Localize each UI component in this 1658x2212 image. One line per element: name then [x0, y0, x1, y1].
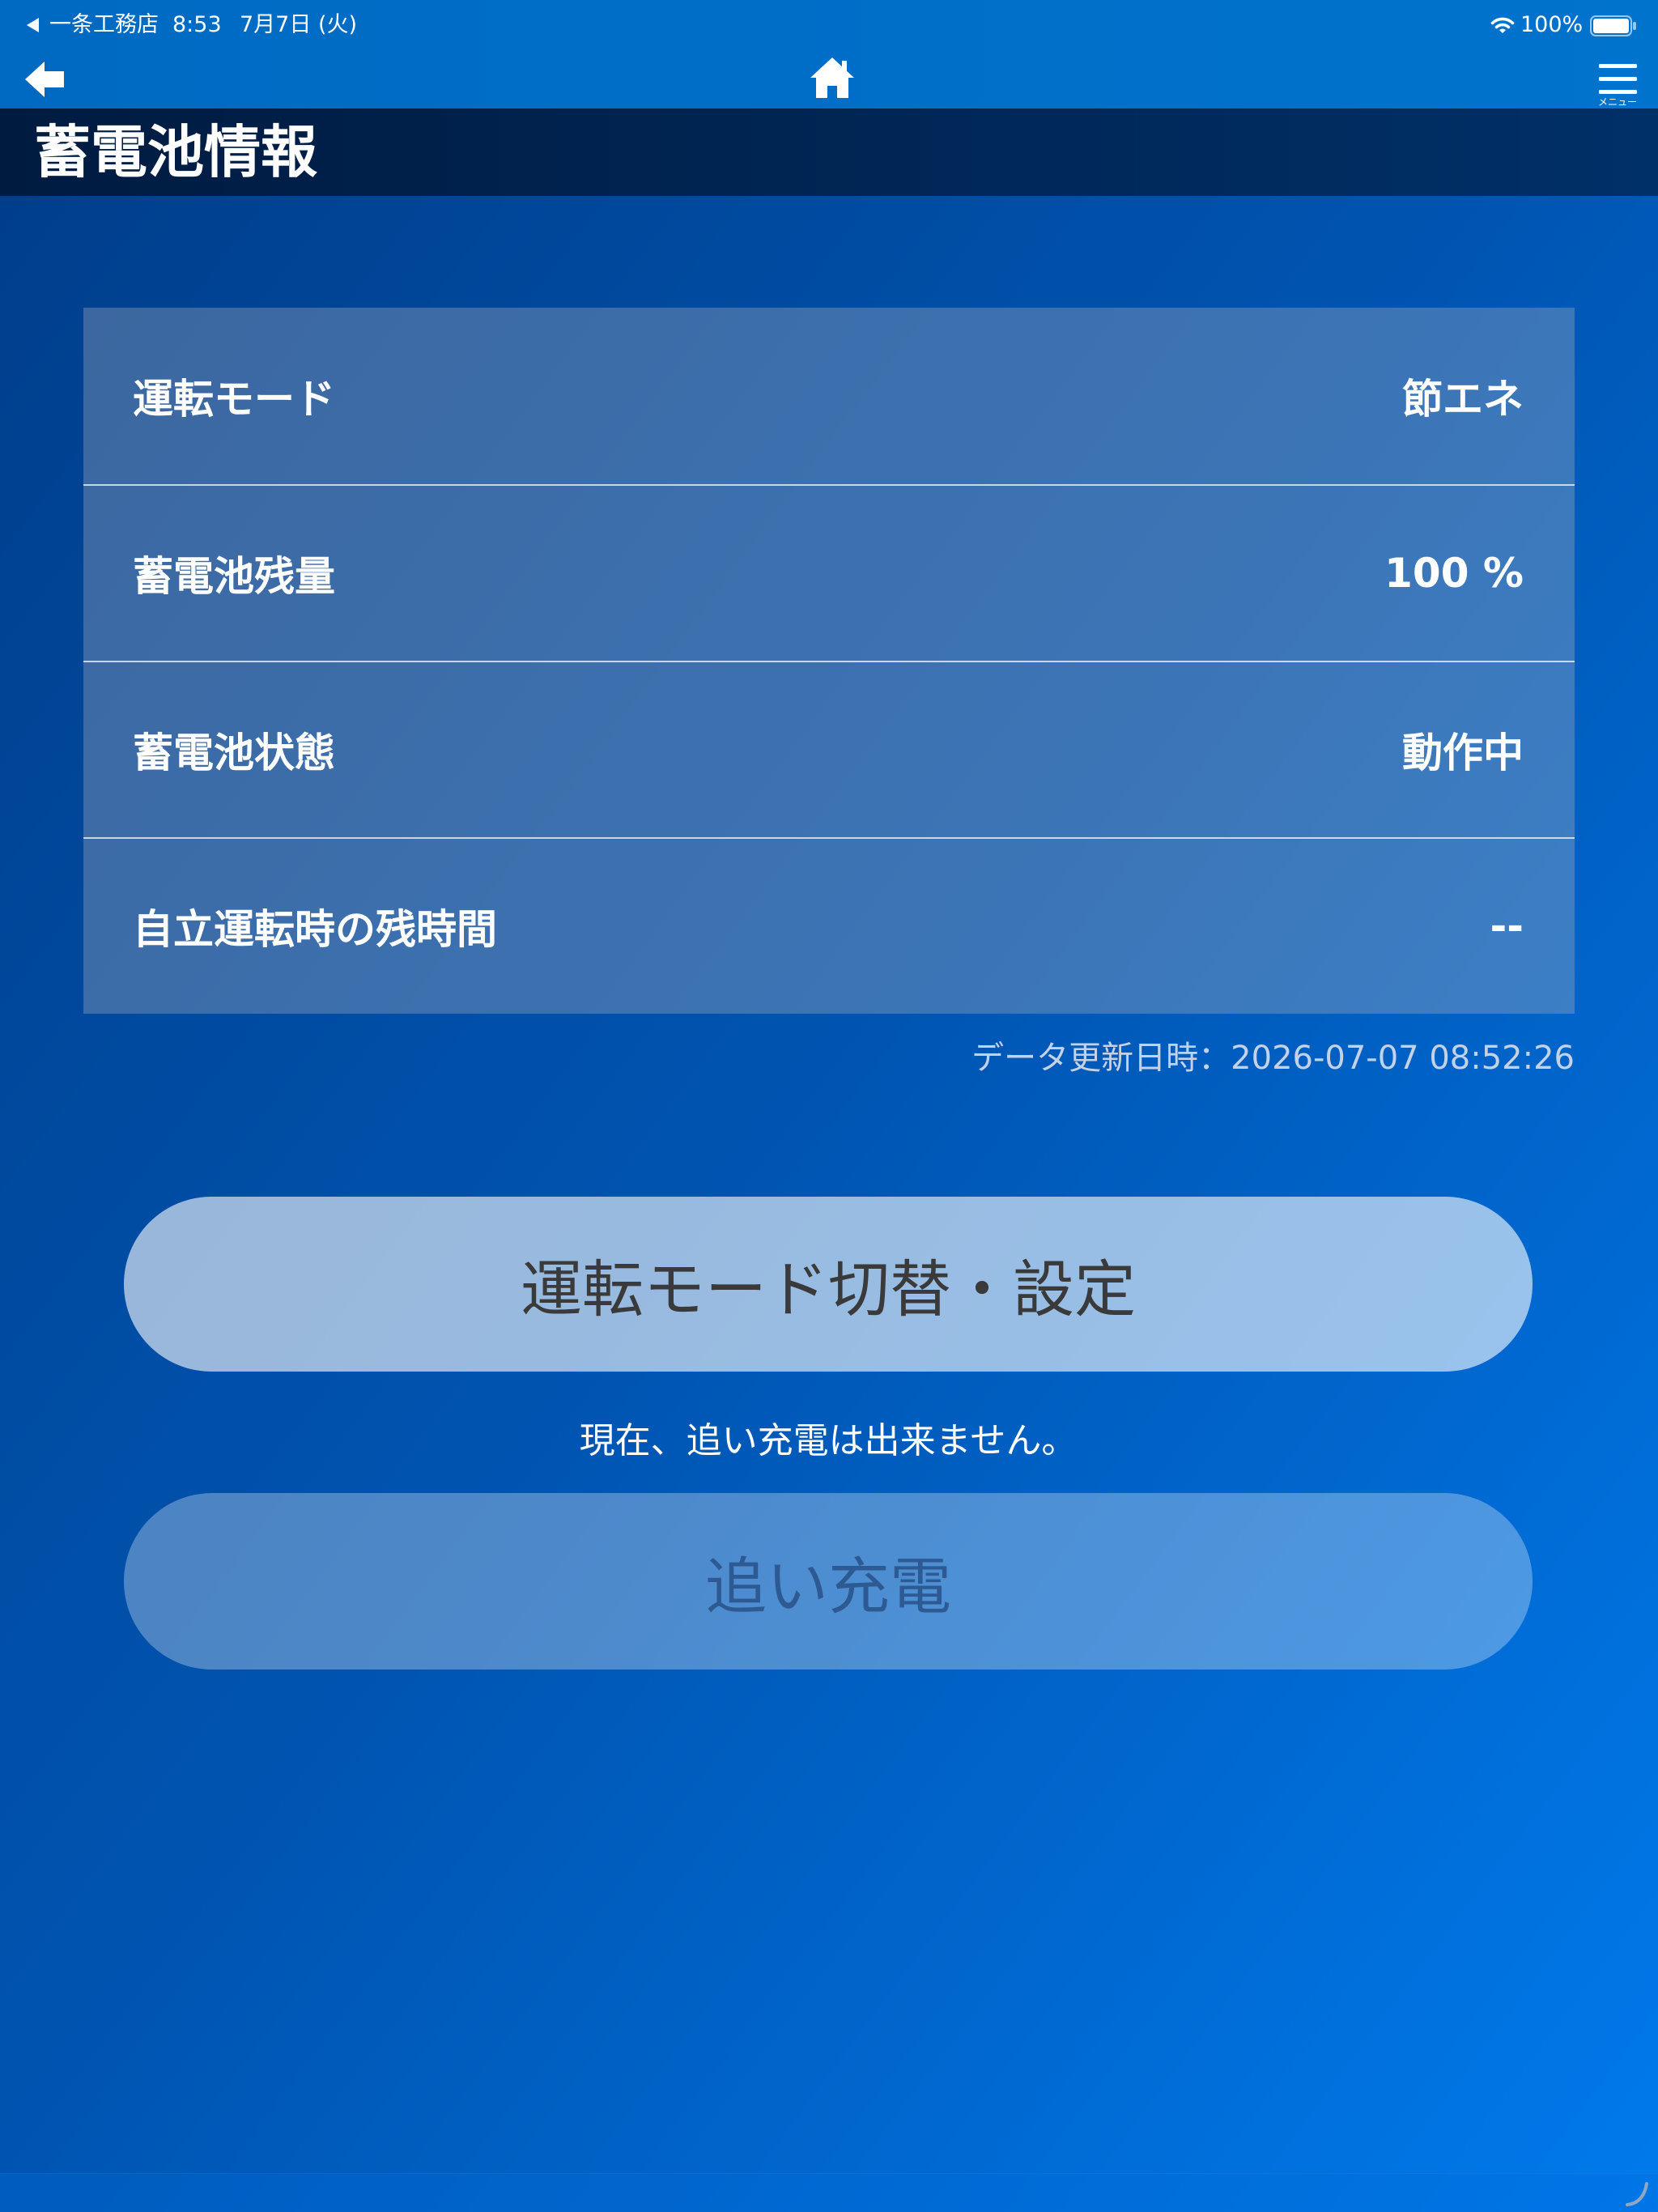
back-to-app-icon	[27, 18, 39, 32]
info-label: 蓄電池残量	[133, 553, 335, 600]
home-button[interactable]	[809, 55, 856, 100]
battery-info-screen: 一条工務店 8:53 7月7日 (火) 100% メニュー 蓄電池情報 運転モー…	[0, 0, 1658, 2212]
wifi-outer-arc	[1490, 17, 1515, 25]
status-date: 7月7日 (火)	[240, 12, 358, 37]
home-icon	[810, 57, 854, 98]
menu-button[interactable]: メニュー	[1592, 60, 1643, 108]
extra-charge-button[interactable]: 追い充電	[124, 1493, 1533, 1670]
page-title: 蓄電池情報	[34, 119, 317, 185]
extra-charge-button-label: 追い充電	[705, 1551, 951, 1623]
menu-line-bottom	[1599, 90, 1637, 94]
corner-grip-icon	[1626, 2182, 1648, 2206]
menu-line-top	[1599, 64, 1637, 68]
battery-nub	[1633, 22, 1636, 30]
back-button[interactable]	[23, 58, 68, 100]
top-bar: 一条工務店 8:53 7月7日 (火) 100% メニュー	[0, 0, 1658, 108]
info-label: 運転モード	[133, 376, 335, 423]
data-updated-timestamp: データ更新日時：2026-07-07 08:52:26	[971, 1040, 1575, 1077]
back-arrow-icon	[25, 62, 64, 97]
info-value: 節エネ	[1402, 376, 1524, 423]
info-label: 自立運転時の残時間	[133, 906, 497, 953]
info-value: --	[1490, 903, 1524, 950]
home-shape	[810, 57, 854, 98]
title-bar: 蓄電池情報	[0, 108, 1658, 196]
info-row-battery-status: 蓄電池状態 動作中	[83, 661, 1575, 837]
battery-icon	[1590, 15, 1636, 36]
battery-fill	[1593, 19, 1629, 33]
extra-charge-notice: 現在、追い充電は出来ません。	[579, 1420, 1078, 1461]
info-row-standalone-remaining-time: 自立運転時の残時間 --	[83, 837, 1575, 1014]
wifi-dot	[1499, 28, 1506, 33]
status-time: 8:53	[172, 12, 222, 37]
bottom-bar	[0, 2173, 1658, 2212]
back-arrow-shape	[25, 62, 64, 97]
wifi-inner-arc	[1494, 23, 1511, 29]
info-value: 動作中	[1402, 730, 1524, 776]
info-row-remaining-charge: 蓄電池残量 100 %	[83, 484, 1575, 661]
menu-line-middle	[1599, 77, 1637, 81]
menu-label: メニュー	[1597, 96, 1637, 108]
info-value: 100 %	[1384, 550, 1524, 597]
corner-grip-curve	[1626, 2182, 1648, 2206]
battery-percent: 100%	[1520, 12, 1584, 37]
battery-info-table: 運転モード 節エネ 蓄電池残量 100 % 蓄電池状態 動作中 自立運転時の残時…	[83, 308, 1575, 1014]
info-label: 蓄電池状態	[133, 730, 335, 776]
menu-icon	[1599, 64, 1637, 94]
back-to-app-link[interactable]: 一条工務店	[23, 10, 160, 40]
info-row-operation-mode: 運転モード 節エネ	[83, 308, 1575, 484]
mode-settings-button[interactable]: 運転モード切替・設定	[124, 1197, 1533, 1372]
mode-settings-button-label: 運転モード切替・設定	[521, 1253, 1136, 1325]
wifi-icon	[1490, 17, 1515, 33]
back-to-app-label: 一条工務店	[49, 12, 159, 37]
